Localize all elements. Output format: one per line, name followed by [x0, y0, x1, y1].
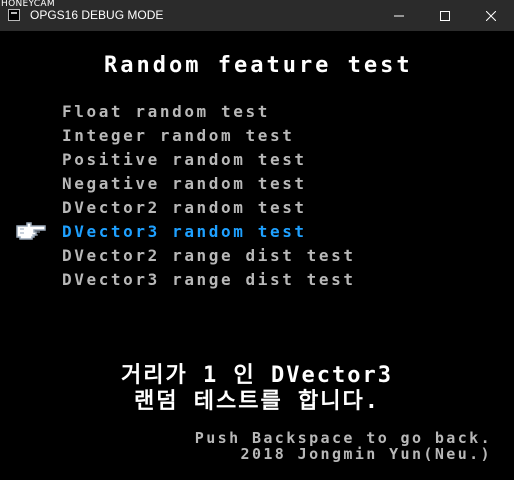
close-button[interactable]	[468, 0, 514, 31]
app-icon	[8, 9, 20, 21]
maximize-button[interactable]	[422, 0, 468, 31]
menu-item-negative-random[interactable]: Negative random test	[62, 172, 356, 196]
menu-item-dvector2-range[interactable]: DVector2 range dist test	[62, 244, 356, 268]
footer-credit: 2018 Jongmin Yun(Neu.)	[240, 445, 492, 463]
game-screen[interactable]: Random feature test Float random test In…	[0, 31, 514, 480]
menu-item-dvector3-random[interactable]: DVector3 random test	[62, 220, 356, 244]
menu-item-dvector2-random[interactable]: DVector2 random test	[62, 196, 356, 220]
minimize-button[interactable]	[376, 0, 422, 31]
menu-item-integer-random[interactable]: Integer random test	[62, 124, 356, 148]
description-line-2: 랜덤 테스트를 합니다.	[134, 389, 380, 414]
window-titlebar[interactable]: HONEYCAM OPGS16 DEBUG MODE	[0, 0, 514, 31]
menu-item-float-random[interactable]: Float random test	[62, 100, 356, 124]
close-icon	[486, 10, 496, 21]
menu-item-dvector3-range[interactable]: DVector3 range dist test	[62, 268, 356, 292]
minimize-icon	[394, 15, 404, 16]
page-title: Random feature test	[104, 53, 413, 78]
pointing-hand-icon	[16, 222, 46, 240]
menu-item-positive-random[interactable]: Positive random test	[62, 148, 356, 172]
window-title: OPGS16 DEBUG MODE	[30, 8, 164, 22]
maximize-icon	[440, 10, 450, 21]
test-menu: Float random test Integer random test Po…	[62, 100, 356, 292]
